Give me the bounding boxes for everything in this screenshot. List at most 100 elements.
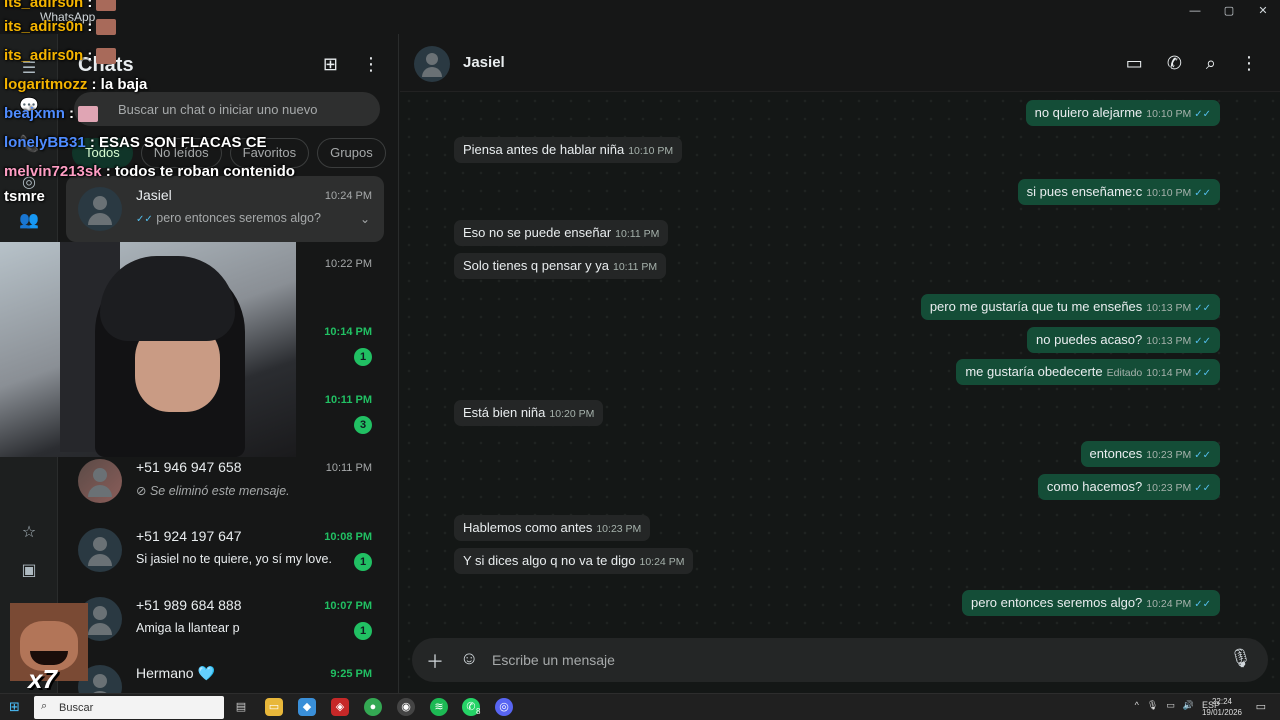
emote-icon bbox=[96, 0, 117, 12]
message-text: no quiero alejarme bbox=[1034, 105, 1143, 120]
message-text: entonces bbox=[1089, 446, 1143, 461]
emote-icon bbox=[96, 48, 117, 65]
new-chat-icon[interactable]: ⊞ bbox=[323, 54, 338, 75]
avatar bbox=[78, 528, 122, 572]
task-view-icon[interactable]: ▤ bbox=[232, 698, 250, 716]
message-time: 10:23 PM bbox=[1146, 482, 1192, 494]
maximize-button[interactable]: ▢ bbox=[1212, 0, 1246, 24]
clock-date: 19/01/2026 bbox=[1201, 708, 1242, 717]
message-time: 10:23 PM bbox=[1146, 449, 1192, 461]
unread-badge: 1 bbox=[354, 622, 372, 640]
file-explorer-icon[interactable]: ▭ bbox=[265, 698, 283, 716]
more-options-icon[interactable]: ⋮ bbox=[1240, 53, 1258, 74]
conversation-header[interactable]: Jasiel ▭ ✆ ⌕ ⋮ bbox=[400, 34, 1280, 92]
emoji-icon[interactable]: ☺ bbox=[460, 648, 478, 669]
message-text: Hablemos como antes bbox=[463, 520, 593, 535]
message-text: Eso no se puede enseñar bbox=[463, 225, 612, 240]
chat-time: 10:07 PM bbox=[324, 600, 372, 612]
message-composer: ＋ ☺ Escribe un mensaje 🎙 bbox=[412, 638, 1268, 682]
message-outgoing[interactable]: no quiero alejarme 10:10 PM ✓✓ bbox=[1025, 100, 1220, 126]
message-incoming[interactable]: Eso no se puede enseñar 10:11 PM bbox=[454, 220, 669, 246]
chat-time: 10:14 PM bbox=[324, 326, 372, 338]
chat-name: Hermano 🩵 bbox=[136, 665, 215, 681]
search-icon[interactable]: ⌕ bbox=[1206, 53, 1216, 74]
message-text: si pues enseñame:c bbox=[1026, 184, 1143, 199]
chevron-down-icon[interactable]: ⌄ bbox=[360, 212, 370, 226]
message-time: 10:24 PM bbox=[639, 556, 685, 568]
contact-avatar[interactable] bbox=[414, 46, 450, 82]
message-outgoing[interactable]: entonces 10:23 PM ✓✓ bbox=[1080, 441, 1220, 467]
tray-mic-icon[interactable]: 🎙 bbox=[1147, 700, 1158, 711]
message-incoming[interactable]: Piensa antes de hablar niña 10:10 PM bbox=[454, 137, 683, 163]
read-tick-icon: ✓✓ bbox=[1194, 368, 1211, 379]
emote-icon bbox=[78, 106, 99, 123]
message-incoming[interactable]: Solo tienes q pensar y ya 10:11 PM bbox=[454, 253, 667, 279]
more-options-icon[interactable]: ⋮ bbox=[362, 54, 380, 75]
notification-icon[interactable]: ▭ bbox=[1256, 700, 1266, 713]
message-time: 10:20 PM bbox=[549, 408, 595, 420]
message-outgoing[interactable]: como hacemos? 10:23 PM ✓✓ bbox=[1037, 474, 1220, 500]
video-call-icon[interactable]: ▭ bbox=[1126, 53, 1143, 74]
message-time: 10:11 PM bbox=[615, 228, 660, 240]
notes-app-icon[interactable]: ◆ bbox=[298, 698, 316, 716]
obs-icon[interactable]: ◉ bbox=[397, 698, 415, 716]
stream-chat-line: its_adirs0n : bbox=[4, 0, 117, 12]
read-tick-icon: ✓✓ bbox=[1194, 336, 1211, 347]
chat-item[interactable]: Hermano 🩵 9:25 PM bbox=[66, 654, 384, 693]
message-outgoing[interactable]: pero entonces seremos algo? 10:24 PM ✓✓ bbox=[962, 590, 1220, 616]
stream-chat-line: logaritmozz : la baja bbox=[4, 76, 148, 93]
tray-chevron-icon[interactable]: ^ bbox=[1135, 700, 1139, 711]
message-text: Solo tienes q pensar y ya bbox=[463, 258, 609, 273]
clock[interactable]: 22:24 19/01/2026 bbox=[1202, 696, 1242, 718]
filter-groups[interactable]: Grupos bbox=[317, 138, 386, 168]
message-incoming[interactable]: Y si dices algo q no va te digo 10:24 PM bbox=[454, 548, 694, 574]
voice-call-icon[interactable]: ✆ bbox=[1167, 53, 1182, 74]
chat-item[interactable]: +51 924 197 647 10:08 PM Si jasiel no te… bbox=[66, 517, 384, 583]
message-incoming[interactable]: Está bien niña 10:20 PM bbox=[454, 400, 604, 426]
chat-time: 10:08 PM bbox=[324, 531, 372, 543]
conversation-panel: Jasiel ▭ ✆ ⌕ ⋮ no quiero alejarme 10:10 P… bbox=[400, 34, 1280, 693]
tray-network-icon[interactable]: ▭ bbox=[1166, 700, 1175, 711]
message-outgoing[interactable]: no puedes acaso? 10:13 PM ✓✓ bbox=[1027, 327, 1220, 353]
contact-name[interactable]: Jasiel bbox=[463, 54, 505, 71]
attach-icon[interactable]: ＋ bbox=[426, 648, 444, 674]
message-text: me gustaría obedecerte bbox=[965, 364, 1103, 379]
read-tick-icon: ✓✓ bbox=[1194, 483, 1211, 494]
edited-label: Editado bbox=[1106, 367, 1143, 379]
chrome-icon[interactable]: ● bbox=[364, 698, 382, 716]
taskbar: ⊞ ⌕ Buscar ▤ ▭ ◆ ◈ ● ◉ ≋ ✆ 8 ◎ ^ 🎙 ▭ 🔊 E… bbox=[0, 693, 1280, 720]
search-icon: ⌕ bbox=[41, 700, 48, 712]
message-outgoing[interactable]: me gustaría obedecerte Editado 10:14 PM ✓✓ bbox=[956, 359, 1220, 385]
minimize-button[interactable]: — bbox=[1178, 0, 1212, 24]
taskbar-search[interactable]: ⌕ Buscar bbox=[34, 696, 224, 719]
chat-item[interactable]: +51 946 947 658 10:11 PM ⊘ Se eliminó es… bbox=[66, 448, 384, 514]
app-icon[interactable]: ◈ bbox=[331, 698, 349, 716]
media-icon[interactable]: ▣ bbox=[19, 560, 39, 580]
tray-volume-icon[interactable]: 🔊 bbox=[1183, 700, 1194, 711]
unread-badge: 1 bbox=[354, 553, 372, 571]
message-outgoing[interactable]: pero me gustaría que tu me enseñes 10:13 … bbox=[920, 294, 1220, 320]
message-time: 10:13 PM bbox=[1146, 302, 1192, 314]
read-tick-icon: ✓✓ bbox=[1194, 450, 1211, 461]
spotify-icon[interactable]: ≋ bbox=[430, 698, 448, 716]
chat-name: +51 924 197 647 bbox=[136, 528, 242, 544]
conversation-actions: ▭ ✆ ⌕ ⋮ bbox=[1126, 53, 1258, 74]
close-button[interactable]: ✕ bbox=[1246, 0, 1280, 24]
discord-icon[interactable]: ◎ bbox=[495, 698, 513, 716]
message-outgoing[interactable]: si pues enseñame:c 10:10 PM ✓✓ bbox=[1017, 179, 1220, 205]
meme-label: x7 bbox=[28, 664, 57, 694]
message-incoming[interactable]: Hablemos como antes 10:23 PM bbox=[454, 515, 651, 541]
message-time: 10:10 PM bbox=[628, 145, 674, 157]
windows-start-icon[interactable]: ⊞ bbox=[9, 700, 23, 714]
chat-preview: Amiga la llantear p bbox=[136, 621, 240, 635]
message-input[interactable]: Escribe un mensaje bbox=[492, 652, 615, 668]
starred-icon[interactable]: ☆ bbox=[19, 522, 39, 542]
chat-item[interactable]: +51 989 684 888 10:07 PM Amiga la llante… bbox=[66, 586, 384, 652]
streamer-hair bbox=[100, 256, 235, 341]
microphone-icon[interactable]: 🎙 bbox=[1229, 648, 1252, 669]
clock-time: 22:24 bbox=[1211, 697, 1232, 706]
read-tick-icon: ✓✓ bbox=[1194, 188, 1211, 199]
chat-time: 10:24 PM bbox=[324, 190, 372, 202]
read-tick-icon: ✓✓ bbox=[1194, 303, 1211, 314]
emote-icon bbox=[96, 19, 117, 36]
